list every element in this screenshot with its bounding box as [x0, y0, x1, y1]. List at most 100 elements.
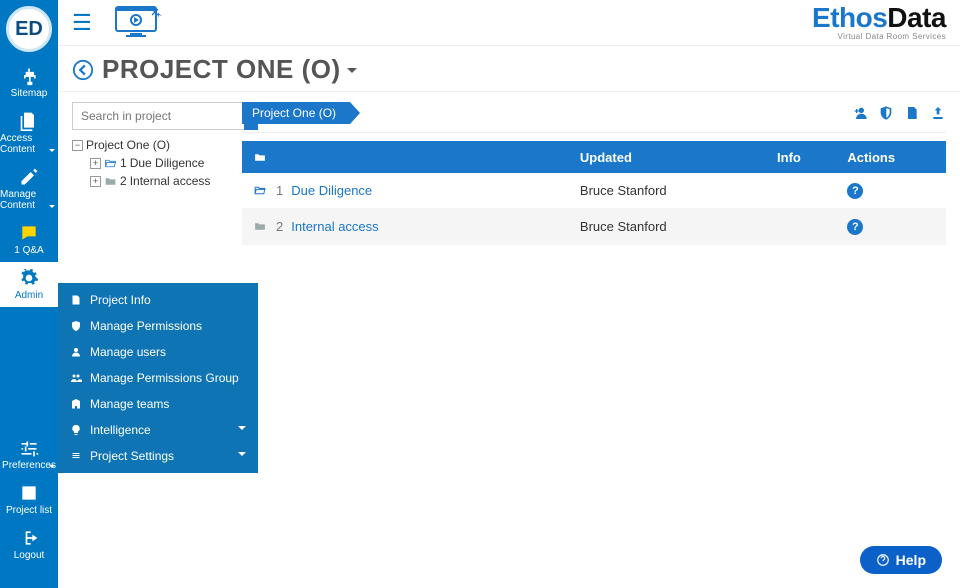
admin-project-info[interactable]: Project Info: [58, 287, 258, 313]
files-icon: [19, 111, 39, 131]
sliders-icon: [19, 438, 39, 458]
rail-manage-content[interactable]: Manage Content: [0, 161, 58, 217]
left-rail: ED Sitemap Access Content Manage Content…: [0, 0, 58, 588]
edit-icon: [19, 167, 39, 187]
topbar: ☰ EthosData Virtual Data Room Services: [58, 0, 960, 46]
brand-light: Data: [887, 2, 946, 33]
tree-root-label: Project One (O): [86, 138, 170, 152]
admin-menu-label: Manage Permissions Group: [90, 371, 239, 385]
rail-project-list[interactable]: Project list: [0, 477, 58, 522]
table-header: Updated Info Actions: [242, 141, 946, 173]
admin-manage-permissions[interactable]: Manage Permissions: [58, 313, 258, 339]
rail-qa[interactable]: 1 Q&A: [0, 217, 58, 262]
bulb-icon: [70, 424, 82, 436]
folder-tree: − Project One (O) + 1 Due Diligence +: [72, 136, 232, 190]
rail-label: Admin: [15, 290, 43, 301]
table-row[interactable]: 2 Internal access Bruce Stanford ?: [242, 209, 946, 245]
tree-item[interactable]: + 1 Due Diligence: [90, 154, 232, 172]
caret-icon: [49, 149, 55, 155]
cell-updated: Bruce Stanford: [580, 183, 777, 198]
th-info[interactable]: Info: [777, 150, 847, 165]
rail-admin[interactable]: Admin: [0, 262, 58, 307]
collapse-icon[interactable]: −: [72, 140, 83, 151]
logout-icon: [19, 528, 39, 548]
tree-item[interactable]: + 2 Internal access: [90, 172, 232, 190]
sitemap-icon: [19, 66, 39, 86]
rail-access-content[interactable]: Access Content: [0, 105, 58, 161]
table-row[interactable]: 1 Due Diligence Bruce Stanford ?: [242, 173, 946, 209]
tree-label: Due Diligence: [130, 156, 205, 170]
help-button[interactable]: Help: [860, 546, 942, 574]
row-num: 2: [276, 219, 283, 234]
hamburger-icon[interactable]: ☰: [72, 10, 92, 36]
back-icon[interactable]: [72, 59, 94, 81]
tree-num: 2: [120, 174, 127, 188]
upload-icon[interactable]: [930, 105, 946, 121]
expand-icon[interactable]: +: [90, 176, 101, 187]
expand-icon[interactable]: +: [90, 158, 101, 169]
chevron-down-icon: [238, 426, 246, 434]
caret-icon: [49, 205, 55, 211]
th-updated[interactable]: Updated: [580, 150, 777, 165]
rail-preferences[interactable]: Preferences: [0, 432, 58, 477]
admin-project-settings[interactable]: Project Settings: [58, 443, 258, 469]
folder-icon: [252, 220, 268, 233]
tutorial-icon[interactable]: [110, 3, 170, 43]
admin-manage-teams[interactable]: Manage teams: [58, 391, 258, 417]
row-help-icon[interactable]: ?: [847, 219, 863, 235]
content-table: Project One (O) Updated Info Actions: [242, 102, 946, 588]
rail-label: Logout: [14, 550, 45, 561]
brand-tagline: Virtual Data Room Services: [837, 33, 946, 41]
row-help-icon[interactable]: ?: [847, 183, 863, 199]
admin-intelligence[interactable]: Intelligence: [58, 417, 258, 443]
building-icon: [70, 398, 82, 410]
list-icon: [19, 483, 39, 503]
admin-menu-label: Manage teams: [90, 397, 169, 411]
folder-name-link[interactable]: Internal access: [291, 219, 378, 234]
folder-icon: [104, 175, 117, 188]
gear-icon: [19, 268, 39, 288]
brand-strong: Ethos: [812, 2, 887, 33]
shield-icon[interactable]: [878, 105, 894, 121]
folder-open-icon: [104, 157, 117, 170]
search-input[interactable]: [72, 102, 244, 130]
th-actions[interactable]: Actions: [847, 150, 946, 165]
document-icon: [70, 294, 82, 306]
new-document-icon[interactable]: [904, 105, 920, 121]
tree-num: 1: [120, 156, 127, 170]
brand-logo: EthosData Virtual Data Room Services: [812, 4, 946, 41]
tree-root[interactable]: − Project One (O): [72, 136, 232, 154]
cog-icon: [70, 450, 82, 462]
users-icon: [70, 372, 82, 384]
rail-sitemap[interactable]: Sitemap: [0, 60, 58, 105]
add-user-icon[interactable]: [852, 105, 868, 121]
admin-manage-permissions-group[interactable]: Manage Permissions Group: [58, 365, 258, 391]
folder-name-link[interactable]: Due Diligence: [291, 183, 372, 198]
chat-icon: [19, 223, 39, 243]
app-logo[interactable]: ED: [6, 6, 52, 52]
admin-submenu: Project Info Manage Permissions Manage u…: [58, 283, 258, 473]
tree-label: Internal access: [130, 174, 211, 188]
help-icon: [876, 553, 890, 567]
page-title[interactable]: PROJECT ONE (O): [102, 54, 341, 85]
row-num: 1: [276, 183, 283, 198]
admin-menu-label: Project Info: [90, 293, 151, 307]
chevron-down-icon[interactable]: [347, 68, 357, 78]
chevron-down-icon: [238, 452, 246, 460]
cell-updated: Bruce Stanford: [580, 219, 777, 234]
admin-menu-label: Manage Permissions: [90, 319, 202, 333]
breadcrumb[interactable]: Project One (O): [242, 102, 350, 124]
folder-icon: [252, 151, 268, 164]
admin-menu-label: Project Settings: [90, 449, 174, 463]
caret-icon: [49, 465, 55, 471]
rail-label: Project list: [6, 505, 52, 516]
user-icon: [70, 346, 82, 358]
rail-logout[interactable]: Logout: [0, 522, 58, 567]
breadcrumb-row: Project One (O): [242, 102, 946, 133]
admin-menu-label: Intelligence: [90, 423, 151, 437]
admin-manage-users[interactable]: Manage users: [58, 339, 258, 365]
rail-label: Sitemap: [11, 88, 48, 99]
help-label: Help: [896, 552, 926, 568]
titlebar: PROJECT ONE (O): [58, 46, 960, 92]
rail-label: 1 Q&A: [14, 245, 43, 256]
